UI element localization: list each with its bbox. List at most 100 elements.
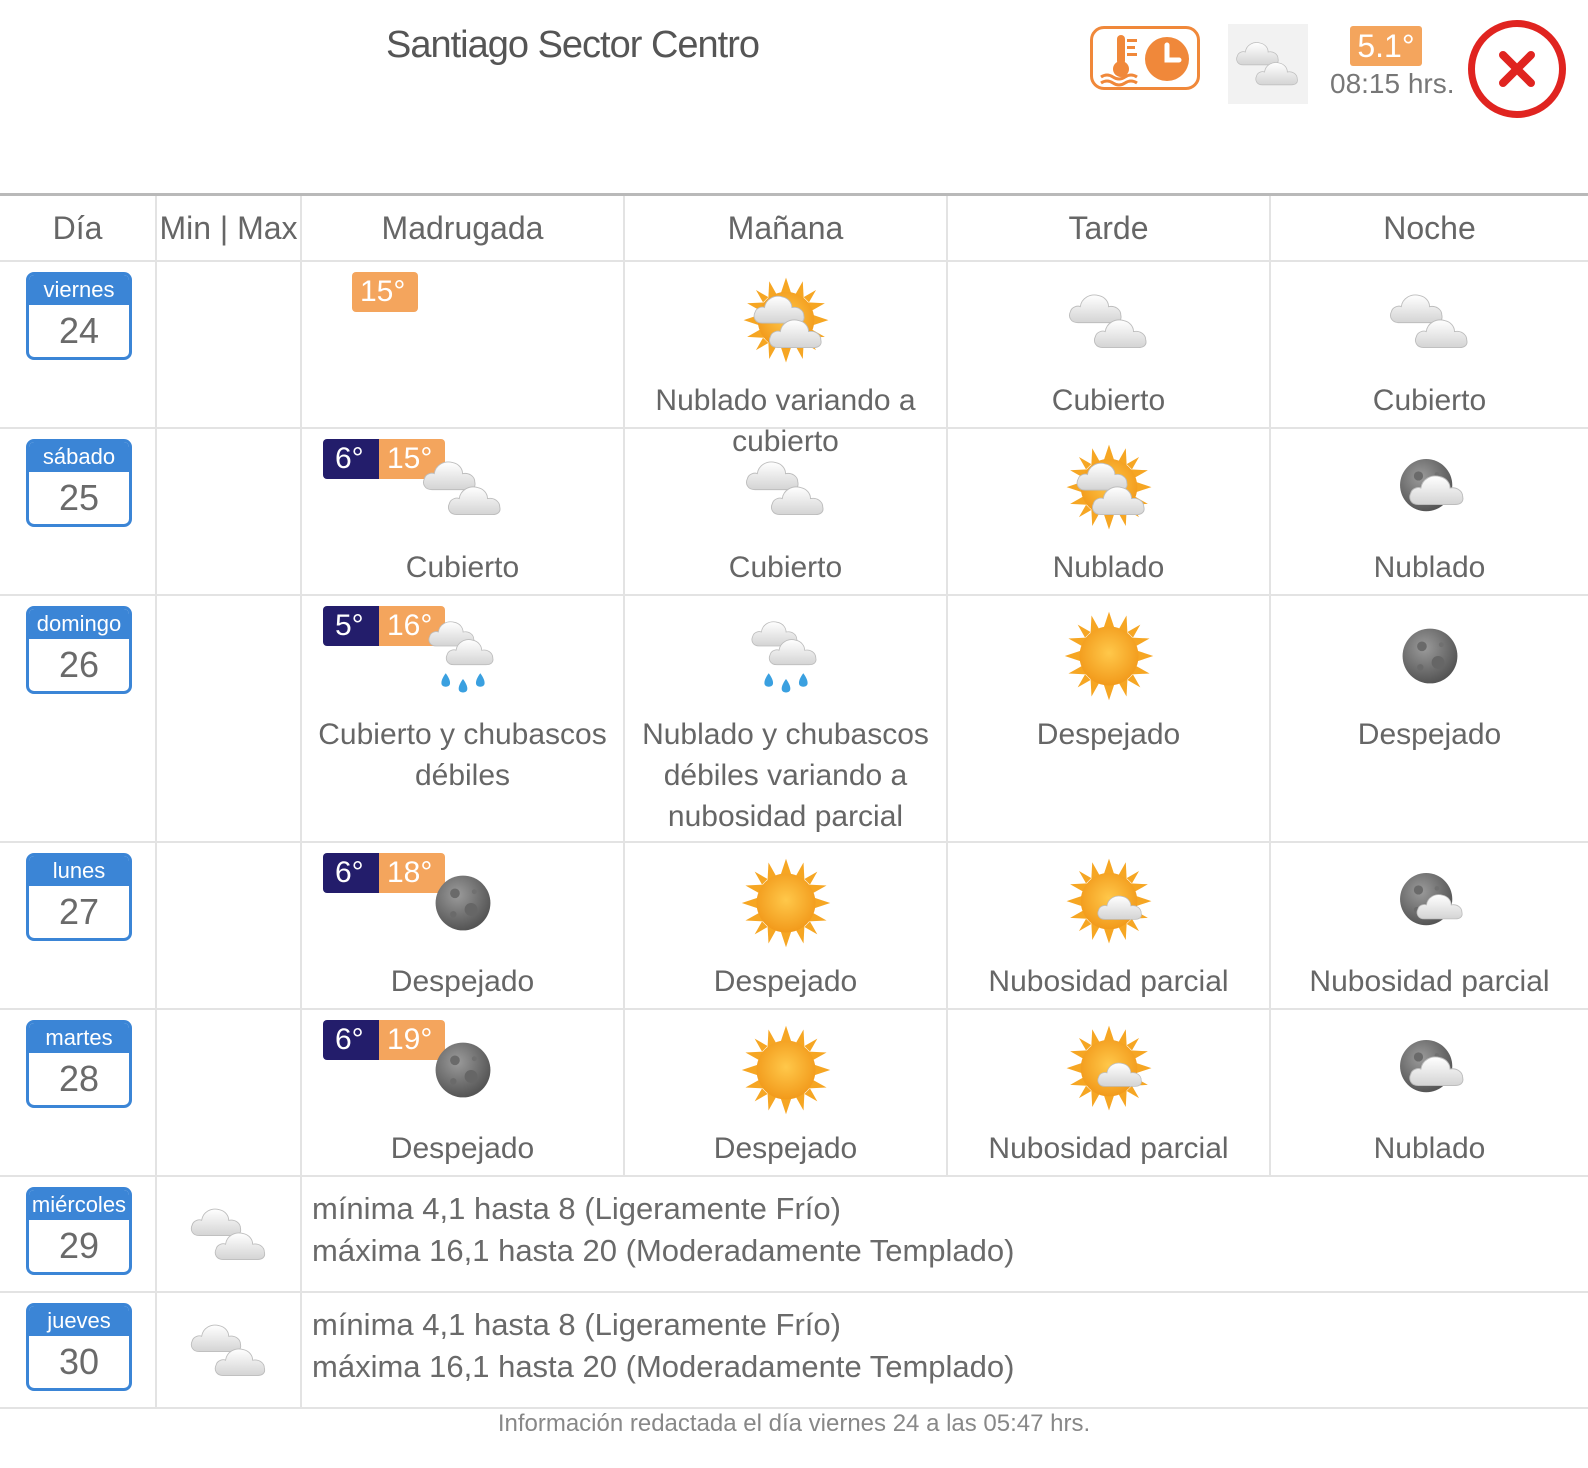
weather-description: Despejado — [390, 1132, 535, 1165]
day-name: lunes — [29, 856, 129, 886]
weather-description: Despejado — [1036, 718, 1181, 751]
sun-small-cloud-icon — [1066, 1025, 1151, 1111]
weather-description: Cubierto — [405, 551, 520, 584]
moon-icon — [435, 875, 490, 931]
period-tarde: Nublado — [948, 429, 1271, 594]
extended-min-text: mínima 4,1 hasta 8 (Ligeramente Frío) — [312, 1307, 841, 1342]
period-manana: Nublado y chubascos débiles variando a n… — [625, 596, 948, 841]
table-row: viernes 24 15° Nublado variando a cubier… — [0, 262, 1588, 458]
period-manana: Despejado — [625, 1010, 948, 1175]
day-badge: martes 28 — [26, 1020, 132, 1108]
day-number: 24 — [58, 310, 100, 351]
clouds-icon — [190, 1208, 266, 1260]
day-badge: miércoles 29 — [26, 1187, 132, 1275]
period-noche: Despejado — [1271, 596, 1588, 841]
day-name: miércoles — [29, 1190, 129, 1220]
sun-icon — [1064, 611, 1153, 701]
day-number: 27 — [58, 891, 100, 932]
period-tarde: Nubosidad parcial — [948, 843, 1271, 1008]
weather-description: Cubierto — [1051, 384, 1166, 417]
rain-icon — [751, 621, 816, 693]
day-name: domingo — [29, 609, 129, 639]
day-name: martes — [29, 1023, 129, 1053]
day-badge: lunes 27 — [26, 853, 132, 941]
period-madrugada: Cubierto y chubascos débiles — [302, 596, 625, 841]
period-tarde: Cubierto — [948, 262, 1271, 427]
moon-cloud-icon — [1399, 1040, 1463, 1093]
day-name: jueves — [29, 1306, 129, 1336]
table-header-row: Día Min | Max Madrugada Mañana Tarde Noc… — [0, 196, 1588, 262]
day-number: 26 — [58, 644, 100, 685]
period-tarde: Despejado — [948, 596, 1271, 841]
period-tarde: Nubosidad parcial — [948, 1010, 1271, 1175]
current-weather-clouds-icon — [1228, 24, 1308, 104]
page-title: Santiago Sector Centro — [386, 24, 760, 66]
current-time: 08:15 hrs. — [1330, 68, 1455, 99]
day-name: sábado — [29, 442, 129, 472]
period-madrugada: Despejado — [302, 1010, 625, 1175]
period-noche: Nublado — [1271, 1010, 1588, 1175]
weather-description: Cubierto y chubascos débiles — [318, 718, 607, 792]
column-header-minmax: Min | Max — [157, 196, 302, 260]
sun-cloud-icon — [1066, 444, 1151, 530]
weather-description: Nubosidad parcial — [1309, 965, 1550, 998]
extended-min-text: mínima 4,1 hasta 8 (Ligeramente Frío) — [312, 1191, 841, 1226]
period-noche: Nublado — [1271, 429, 1588, 594]
sun-icon — [741, 858, 830, 948]
moon-small-cloud-icon — [1399, 873, 1463, 926]
day-number: 25 — [58, 477, 100, 518]
clouds-icon — [1389, 294, 1468, 349]
period-manana: Despejado — [625, 843, 948, 1008]
period-madrugada — [302, 262, 625, 427]
day-badge: sábado 25 — [26, 439, 132, 527]
extended-max-text: máxima 16,1 hasta 20 (Moderadamente Temp… — [312, 1349, 1015, 1384]
table-row: martes 28 6° 19° Despejado Despejado Nub… — [0, 1010, 1588, 1177]
moon-icon — [435, 1042, 490, 1098]
extended-max-text: máxima 16,1 hasta 20 (Moderadamente Temp… — [312, 1233, 1015, 1268]
period-madrugada: Despejado — [302, 843, 625, 1008]
clouds-icon — [422, 461, 501, 516]
header: Santiago Sector Centro 5.1° 08:15 hrs. — [0, 0, 1588, 190]
weather-description: Despejado — [713, 1132, 858, 1165]
table-row-extended: jueves 30 mínima 4,1 hasta 8 (Ligerament… — [0, 1293, 1588, 1409]
close-icon — [1499, 51, 1535, 87]
weather-description: Nubosidad parcial — [988, 965, 1229, 998]
weather-description: Nubosidad parcial — [988, 1132, 1229, 1165]
day-badge: domingo 26 — [26, 606, 132, 694]
weather-description: Despejado — [390, 965, 535, 998]
table-row: domingo 26 5° 16° Cubierto y chubascos d… — [0, 596, 1588, 843]
day-number: 29 — [58, 1225, 100, 1266]
sun-small-cloud-icon — [1066, 858, 1151, 944]
moon-icon — [1402, 628, 1457, 684]
column-header-tarde: Tarde — [948, 196, 1271, 260]
current-temperature: 5.1° — [1350, 26, 1422, 66]
sun-icon — [741, 1025, 830, 1115]
temperature-history-button[interactable] — [1090, 26, 1200, 90]
weather-description: Nublado y chubascos débiles variando a n… — [642, 718, 929, 833]
table-row: lunes 27 6° 18° Despejado Despejado Nubo… — [0, 843, 1588, 1010]
weather-description: Nublado — [1373, 1132, 1486, 1165]
table-row: sábado 25 6° 15° Cubierto Cubierto Nubla… — [0, 429, 1588, 596]
sun-cloud-icon — [743, 277, 828, 363]
thermometer-clock-icon — [1100, 35, 1189, 87]
rain-icon — [428, 621, 493, 693]
table-row-extended: miércoles 29 mínima 4,1 hasta 8 (Ligeram… — [0, 1177, 1588, 1293]
weather-description: Despejado — [1357, 718, 1502, 751]
weather-description: Cubierto — [1372, 384, 1487, 417]
column-header-noche: Noche — [1383, 210, 1476, 246]
weather-description: Nublado — [1373, 551, 1486, 584]
moon-cloud-icon — [1399, 459, 1463, 512]
period-noche: Cubierto — [1271, 262, 1588, 427]
weather-description: Cubierto — [728, 551, 843, 584]
period-manana: Cubierto — [625, 429, 948, 594]
close-button[interactable] — [1468, 20, 1566, 118]
day-badge: jueves 30 — [26, 1303, 132, 1391]
column-header-manana: Mañana — [625, 196, 948, 260]
weather-description: Despejado — [713, 965, 858, 998]
day-badge: viernes 24 — [26, 272, 132, 360]
clouds-icon — [745, 461, 824, 516]
period-madrugada: Cubierto — [302, 429, 625, 594]
clouds-icon — [190, 1324, 266, 1376]
day-number: 28 — [58, 1058, 100, 1099]
clouds-icon — [1068, 294, 1147, 349]
